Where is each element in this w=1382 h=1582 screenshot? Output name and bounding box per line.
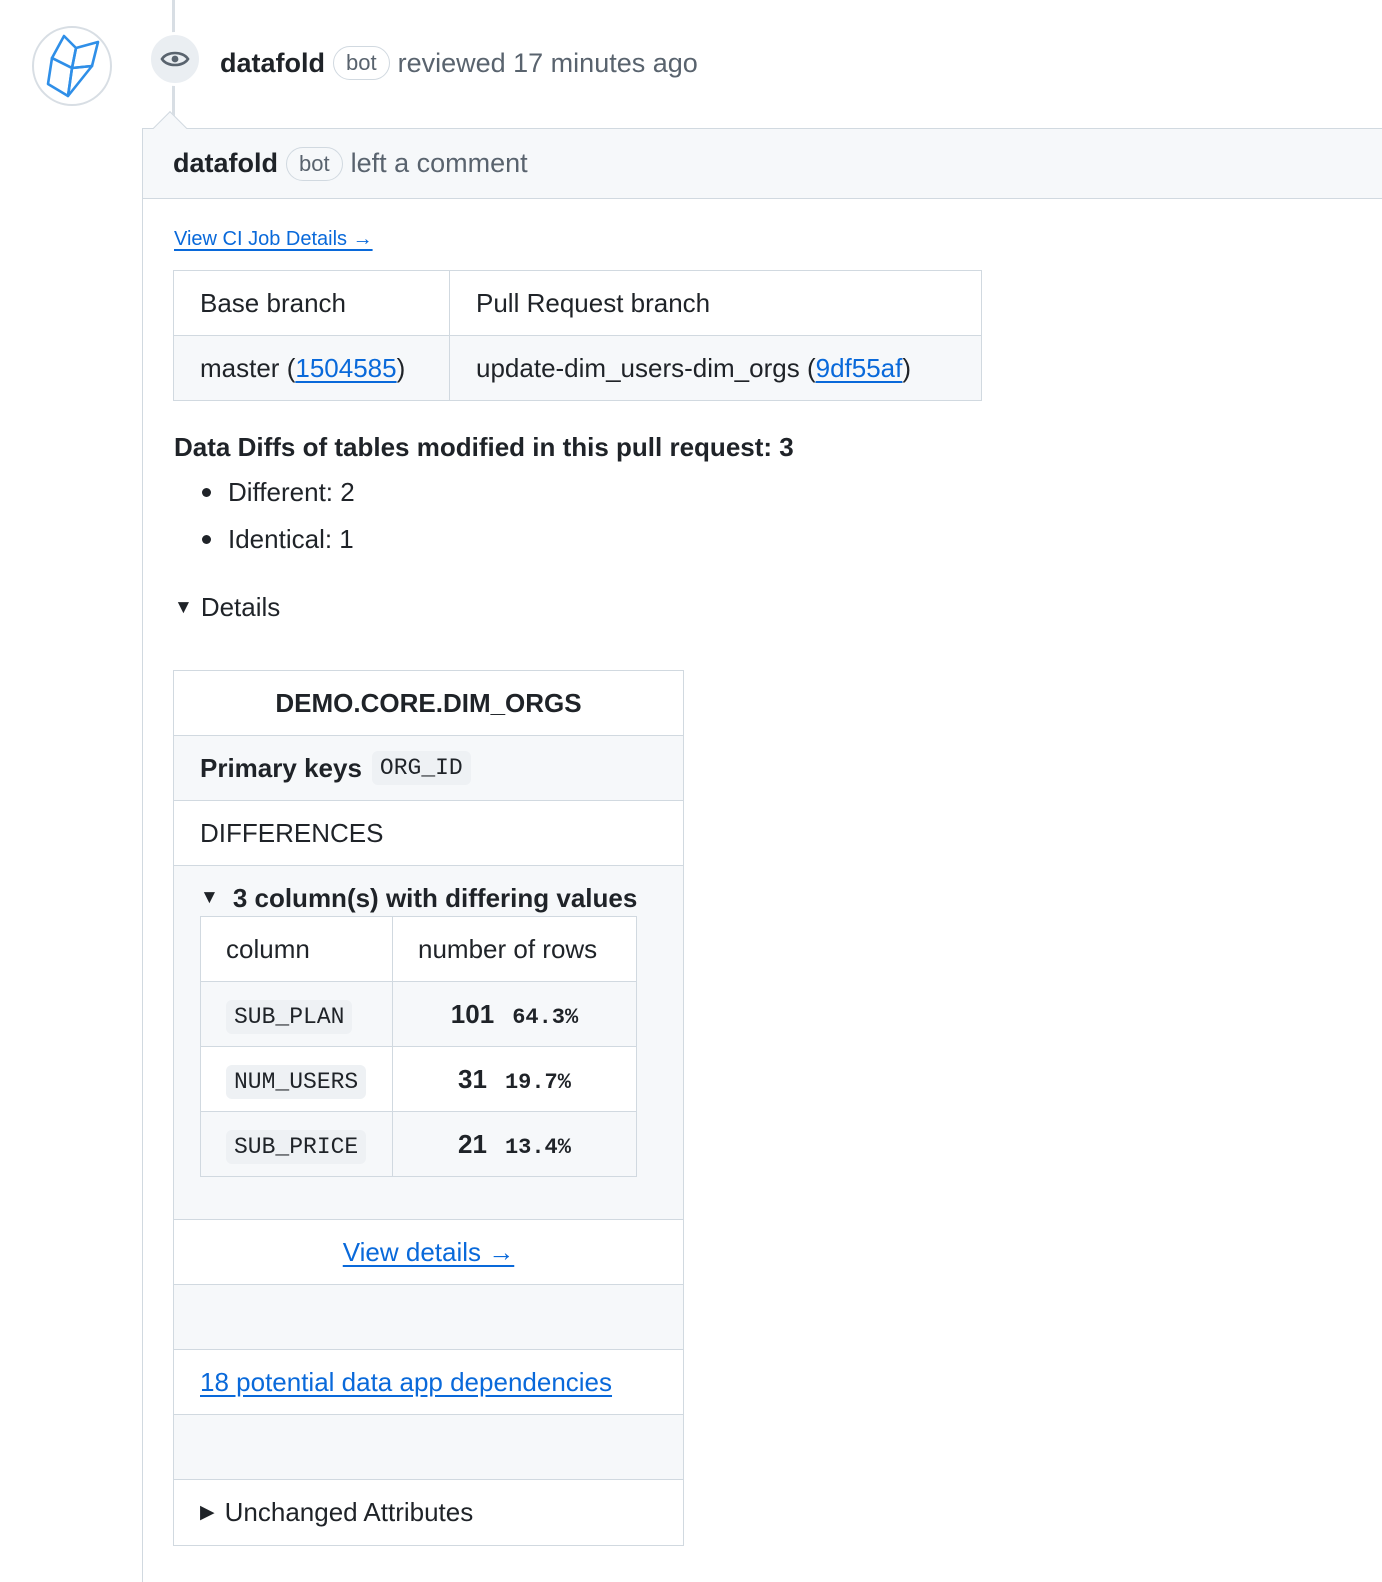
list-item: Identical: 1 <box>200 521 355 568</box>
column-cell: SUB_PLAN <box>200 981 393 1047</box>
empty-row <box>174 1415 683 1480</box>
empty-row <box>174 1285 683 1350</box>
pr-branch-name: update-dim_users-dim_orgs <box>476 352 800 383</box>
review-timestamp: reviewed 17 minutes ago <box>397 47 698 78</box>
differing-columns-label: 3 column(s) with differing values <box>232 882 638 913</box>
data-diffs-summary-list: Different: 2 Identical: 1 <box>200 474 355 568</box>
data-app-dependencies-link[interactable]: 18 potential data app dependencies <box>200 1367 612 1398</box>
comment-author-link[interactable]: datafold <box>173 148 278 179</box>
details-toggle[interactable]: ▼ Details <box>174 592 280 623</box>
differing-columns-toggle[interactable]: ▼ 3 column(s) with differing values <box>200 882 657 914</box>
view-details-row: View details → <box>174 1220 683 1285</box>
eye-icon <box>160 51 190 67</box>
row-count: 21 <box>458 1128 487 1159</box>
table-row: SUB_PRICE 21 13.4% <box>200 1111 637 1177</box>
comment-action: left a comment <box>350 148 528 178</box>
column-code: SUB_PLAN <box>226 999 353 1034</box>
dependencies-row: 18 potential data app dependencies <box>174 1350 683 1415</box>
avatar[interactable] <box>32 26 112 106</box>
diff-table: DEMO.CORE.DIM_ORGS Primary keys ORG_ID D… <box>173 670 684 1546</box>
data-diffs-summary-title: Data Diffs of tables modified in this pu… <box>174 432 794 462</box>
pr-branch-cell: update-dim_users-dim_orgs (9df55af) <box>449 335 982 401</box>
table-row: SUB_PLAN 101 64.3% <box>200 981 637 1047</box>
review-header: datafold bot reviewed 17 minutes ago <box>220 44 698 82</box>
table-row: column number of rows <box>200 916 637 982</box>
triangle-down-icon: ▼ <box>174 596 193 618</box>
unchanged-attributes-label: Unchanged Attributes <box>224 1497 474 1527</box>
diff-table-title: DEMO.CORE.DIM_ORGS <box>174 671 683 736</box>
differing-columns-table: column number of rows SUB_PLAN 101 64.3% … <box>200 916 637 1177</box>
differing-columns-section: ▼ 3 column(s) with differing values colu… <box>174 866 683 1220</box>
rows-cell: 31 19.7% <box>392 1046 637 1112</box>
column-header: column <box>200 916 393 982</box>
rows-header: number of rows <box>392 916 637 982</box>
base-branch-name: master <box>200 352 280 383</box>
primary-keys-label: Primary keys <box>200 752 362 783</box>
branch-table: Base branch Pull Request branch master (… <box>173 270 982 401</box>
row-percent: 64.3% <box>512 1004 579 1030</box>
branch-table-row: master (1504585) update-dim_users-dim_or… <box>173 335 982 401</box>
column-code: SUB_PRICE <box>226 1129 367 1164</box>
table-row: NUM_USERS 31 19.7% <box>200 1046 637 1112</box>
review-event-badge <box>148 32 202 86</box>
bot-badge: bot <box>286 146 343 181</box>
comment-header: datafold bot left a comment <box>143 129 1382 199</box>
datafold-logo-icon <box>46 34 100 98</box>
base-branch-header: Base branch <box>173 270 450 336</box>
row-count: 31 <box>458 1063 487 1094</box>
pr-branch-header: Pull Request branch <box>449 270 982 336</box>
view-ci-job-details-link[interactable]: View CI Job Details → <box>174 228 373 251</box>
base-branch-cell: master (1504585) <box>173 335 450 401</box>
pr-commit-link[interactable]: 9df55af <box>816 353 903 383</box>
bot-badge: bot <box>333 46 390 80</box>
view-details-link[interactable]: View details → <box>343 1237 515 1268</box>
base-commit-link[interactable]: 1504585 <box>295 353 396 383</box>
row-count: 101 <box>450 998 495 1029</box>
primary-keys-row: Primary keys ORG_ID <box>174 736 683 801</box>
triangle-right-icon: ▶ <box>200 1502 215 1523</box>
row-percent: 13.4% <box>504 1134 571 1160</box>
unchanged-attributes-toggle[interactable]: ▶ Unchanged Attributes <box>174 1480 683 1545</box>
details-toggle-label: Details <box>200 592 281 622</box>
column-cell: NUM_USERS <box>200 1046 393 1112</box>
differences-row: DIFFERENCES <box>174 801 683 866</box>
column-cell: SUB_PRICE <box>200 1111 393 1177</box>
rows-cell: 101 64.3% <box>392 981 637 1047</box>
primary-key-code: ORG_ID <box>371 751 471 785</box>
list-item: Different: 2 <box>200 474 355 521</box>
triangle-down-icon: ▼ <box>200 887 219 908</box>
branch-table-header: Base branch Pull Request branch <box>173 270 982 336</box>
column-code: NUM_USERS <box>226 1064 367 1099</box>
row-percent: 19.7% <box>504 1069 571 1095</box>
rows-cell: 21 13.4% <box>392 1111 637 1177</box>
review-author-link[interactable]: datafold <box>220 48 325 79</box>
